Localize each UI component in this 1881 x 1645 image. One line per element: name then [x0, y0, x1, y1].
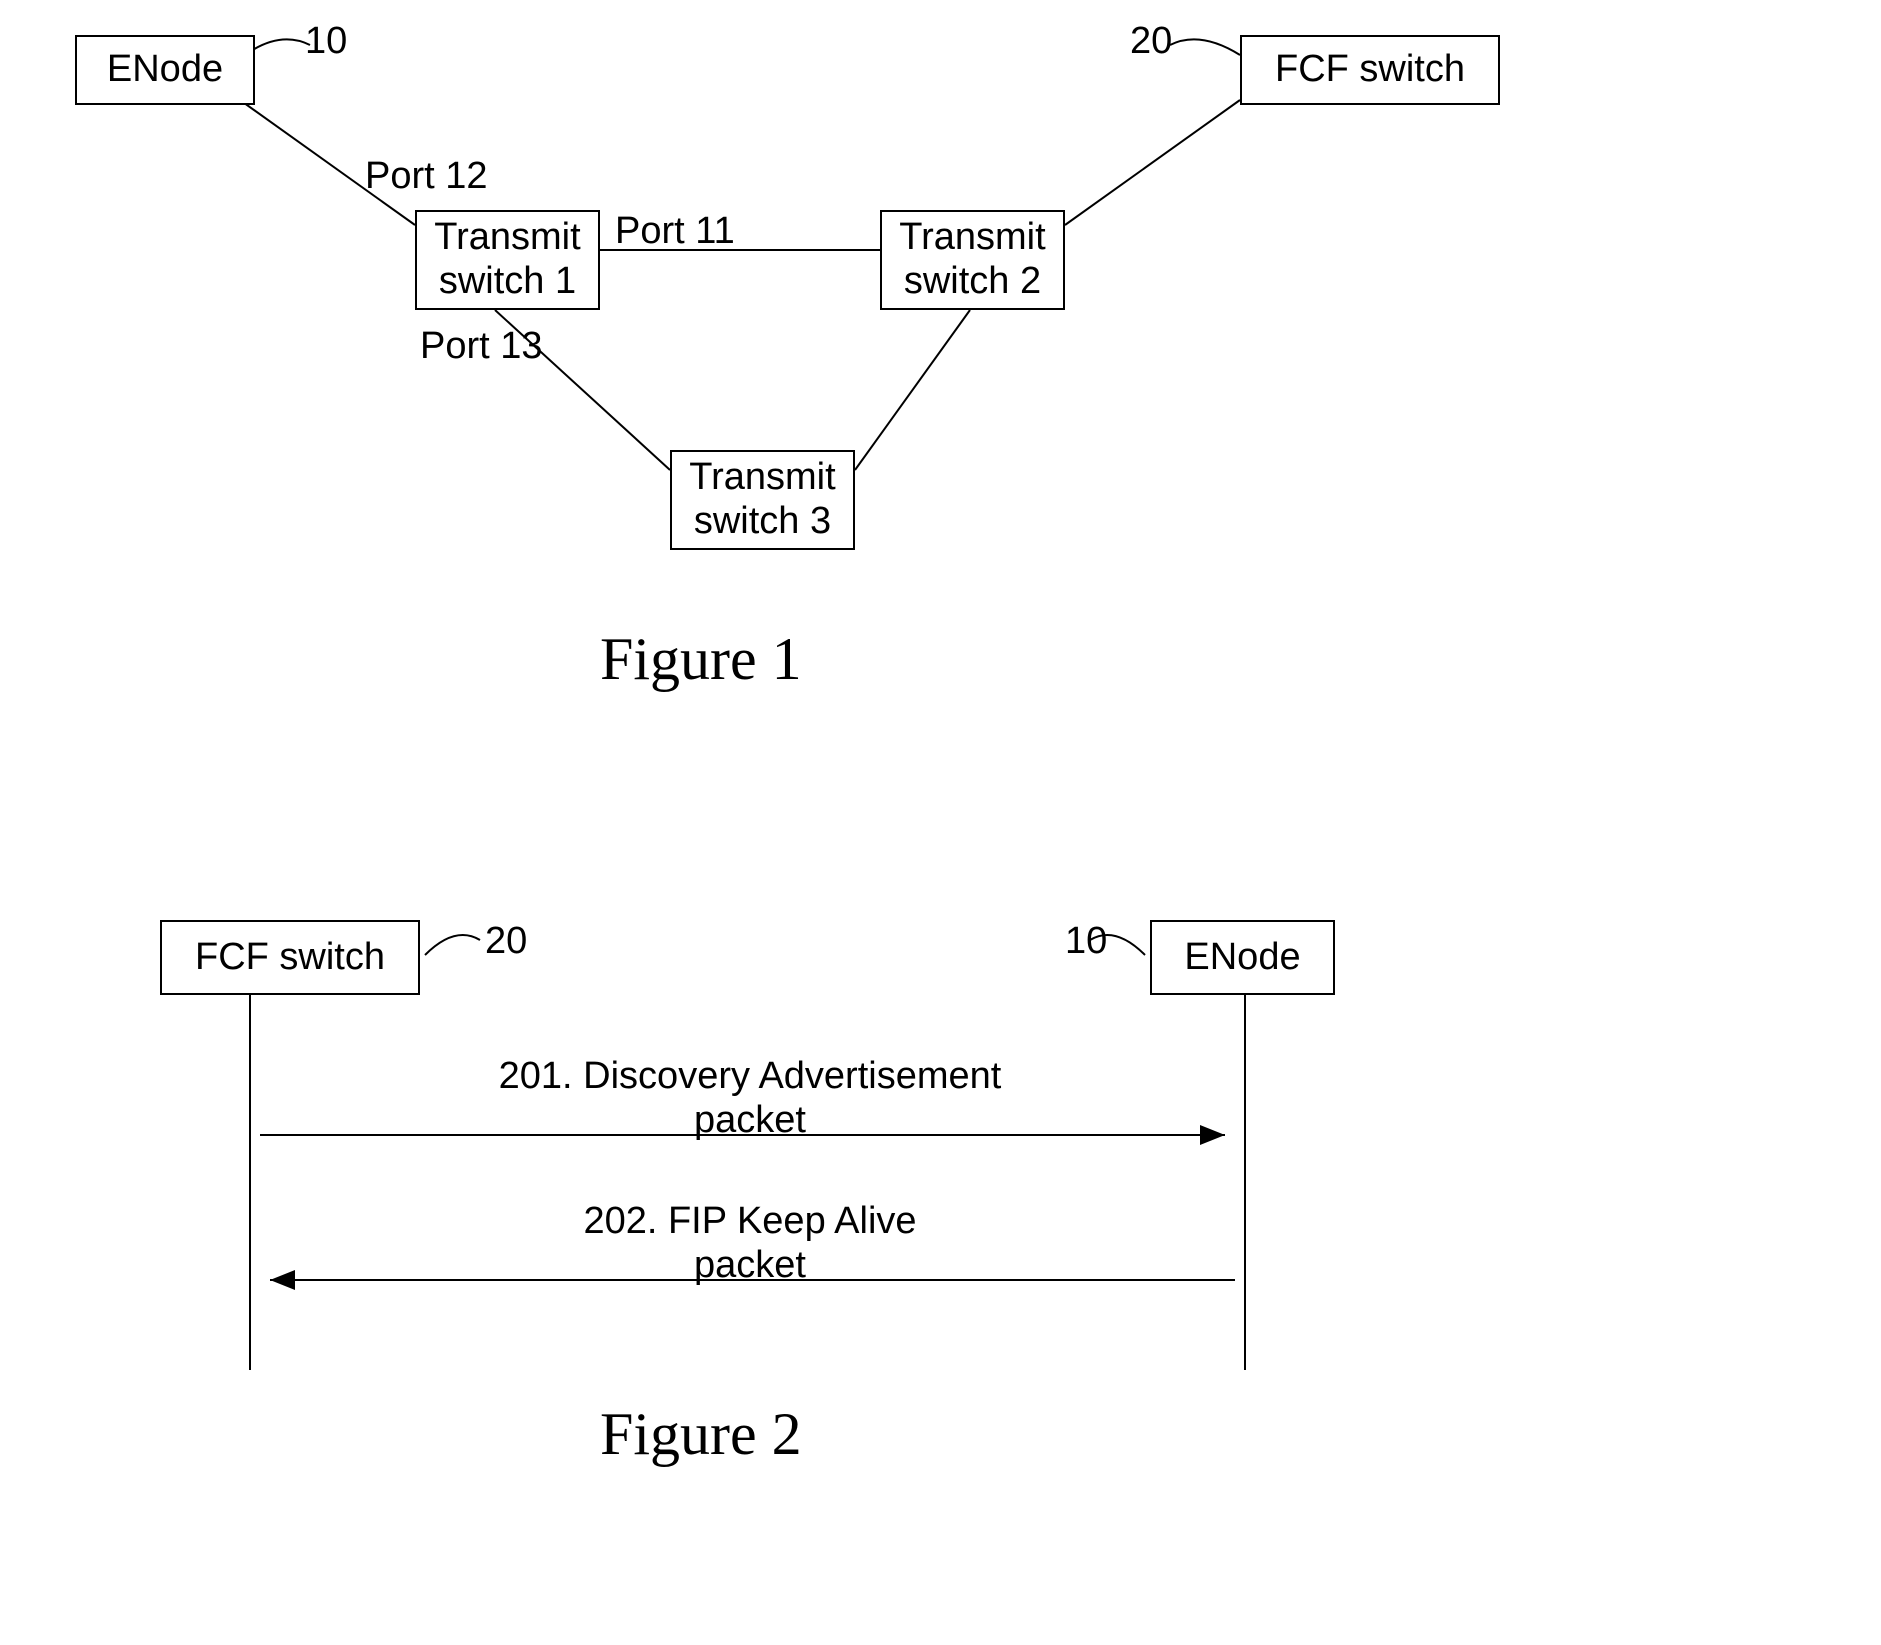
tag-enode: 10	[305, 20, 347, 63]
node-ts1: Transmit switch 1	[415, 210, 600, 310]
label-port13: Port 13	[420, 325, 543, 368]
node-ts1-label: Transmit switch 1	[434, 216, 580, 303]
label-port11: Port 11	[615, 210, 735, 253]
msg-201: 201. Discovery Advertisement packet	[450, 1055, 1050, 1142]
figure2-caption: Figure 2	[600, 1400, 802, 1469]
node-ts3: Transmit switch 3	[670, 450, 855, 550]
seq-enode-label: ENode	[1184, 936, 1300, 980]
node-fcf-label: FCF switch	[1275, 48, 1465, 92]
seq-fcf-label: FCF switch	[195, 936, 385, 980]
seq-enode-box: ENode	[1150, 920, 1335, 995]
label-port12: Port 12	[365, 155, 488, 198]
msg-202: 202. FIP Keep Alive packet	[450, 1200, 1050, 1287]
tag-fcf: 20	[1130, 20, 1172, 63]
node-enode-label: ENode	[107, 48, 223, 92]
seq-enode-tag: 10	[1065, 920, 1107, 963]
node-ts3-label: Transmit switch 3	[689, 456, 835, 543]
node-ts2-label: Transmit switch 2	[899, 216, 1045, 303]
figure1-lines	[0, 0, 1881, 700]
node-fcf: FCF switch	[1240, 35, 1500, 105]
seq-fcf-box: FCF switch	[160, 920, 420, 995]
figure1-caption: Figure 1	[600, 625, 802, 694]
node-ts2: Transmit switch 2	[880, 210, 1065, 310]
seq-fcf-tag: 20	[485, 920, 527, 963]
node-enode: ENode	[75, 35, 255, 105]
